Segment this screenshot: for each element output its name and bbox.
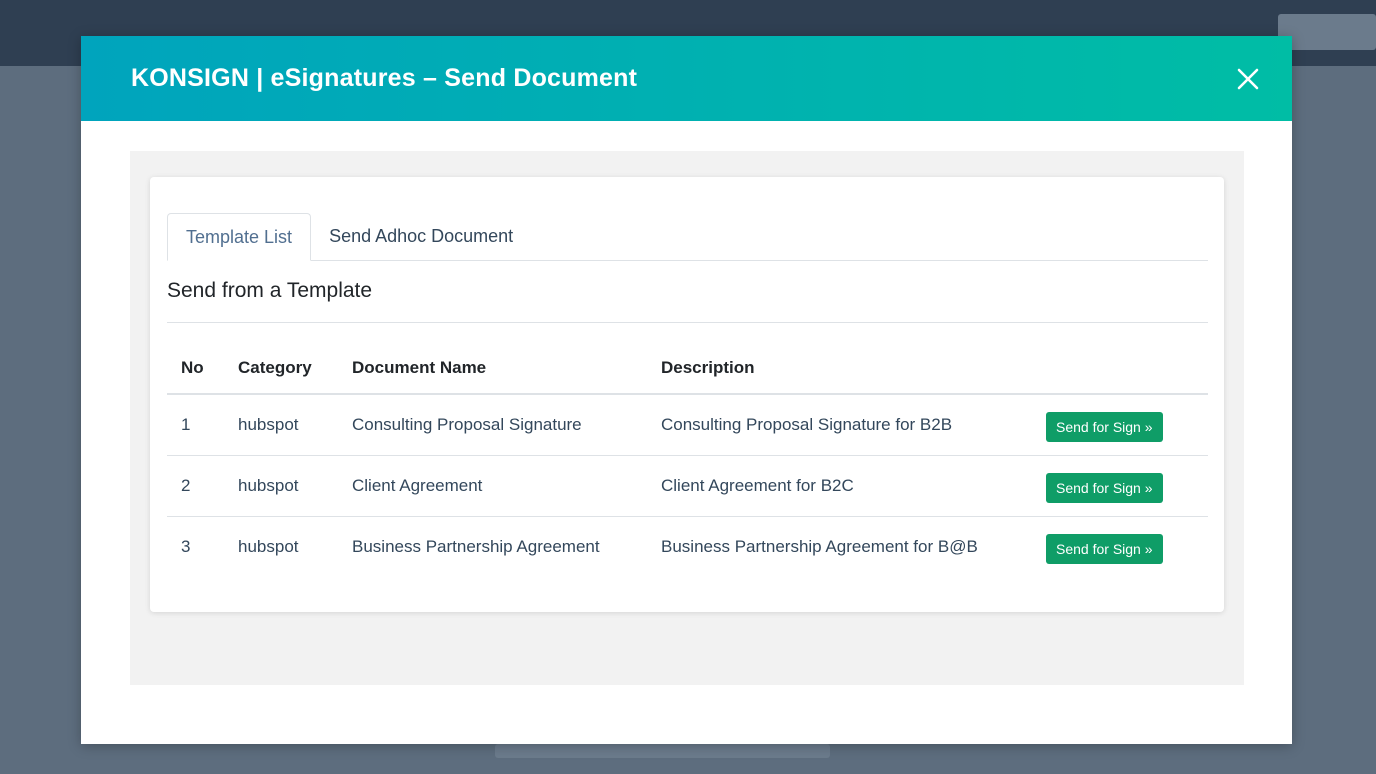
close-button[interactable]	[1228, 59, 1268, 99]
cell-no: 3	[181, 537, 191, 556]
modal-header: KONSIGN | eSignatures – Send Document	[81, 36, 1292, 121]
cell-no: 2	[167, 455, 224, 517]
cell-category: hubspot	[224, 455, 338, 517]
table-row: 2 hubspot Client Agreement Client Agreem…	[167, 455, 1208, 517]
tab-template-list[interactable]: Template List	[167, 213, 312, 261]
template-table: No Category Document Name Description 1 …	[167, 342, 1208, 577]
cell-category: hubspot	[238, 537, 299, 556]
background-blur-block	[1278, 14, 1376, 50]
column-header-no: No	[167, 342, 224, 395]
table-row: 3 hubspot Business Partnership Agreement…	[167, 517, 1208, 578]
cell-category: hubspot	[224, 394, 338, 456]
content-frame: Template List Send Adhoc Document Send f…	[130, 151, 1244, 685]
table-header-row: No Category Document Name Description	[167, 342, 1208, 395]
cell-description: Business Partnership Agreement for B@B	[661, 537, 978, 556]
column-header-category: Category	[224, 342, 338, 395]
send-for-sign-button[interactable]: Send for Sign »	[1046, 473, 1163, 503]
send-for-sign-button[interactable]: Send for Sign »	[1046, 412, 1163, 442]
cell-document-name: Consulting Proposal Signature	[338, 394, 647, 456]
cell-action: Send for Sign »	[1032, 455, 1208, 517]
cell-action: Send for Sign »	[1032, 517, 1208, 578]
send-for-sign-button[interactable]: Send for Sign »	[1046, 534, 1163, 564]
tab-send-adhoc-document[interactable]: Send Adhoc Document	[311, 213, 531, 260]
column-header-action	[1032, 342, 1208, 395]
divider	[167, 322, 1208, 323]
tab-bar: Template List Send Adhoc Document	[167, 212, 1208, 261]
cell-description: Consulting Proposal Signature for B2B	[647, 394, 1032, 456]
close-icon	[1237, 68, 1259, 89]
modal-title: KONSIGN | eSignatures – Send Document	[131, 64, 638, 92]
table-row: 1 hubspot Consulting Proposal Signature …	[167, 394, 1208, 456]
cell-description: Client Agreement for B2C	[647, 455, 1032, 517]
cell-action: Send for Sign »	[1032, 394, 1208, 456]
template-card: Template List Send Adhoc Document Send f…	[150, 177, 1224, 612]
section-title: Send from a Template	[167, 279, 373, 302]
column-header-description: Description	[647, 342, 1032, 395]
cell-document-name: Client Agreement	[338, 455, 647, 517]
send-document-modal: KONSIGN | eSignatures – Send Document Te…	[81, 36, 1292, 744]
column-header-document-name: Document Name	[338, 342, 647, 395]
background-blur-block	[495, 744, 830, 758]
cell-document-name: Business Partnership Agreement	[352, 537, 600, 556]
cell-no: 1	[167, 394, 224, 456]
